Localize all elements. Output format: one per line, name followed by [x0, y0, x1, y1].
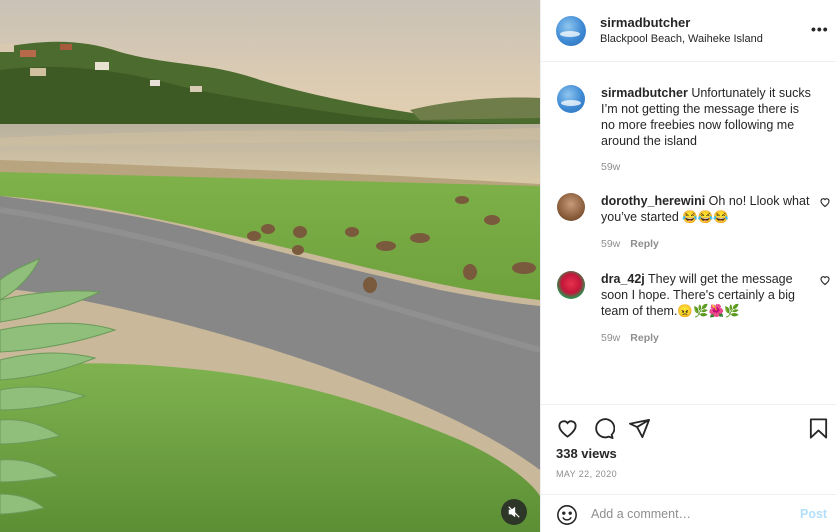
post-location[interactable]: Blackpool Beach, Waiheke Island	[600, 33, 763, 45]
smiley-icon[interactable]	[556, 504, 578, 526]
author-avatar[interactable]	[556, 16, 586, 46]
mute-toggle[interactable]	[501, 499, 527, 525]
author-username[interactable]: sirmadbutcher	[600, 15, 690, 30]
comment-username[interactable]: sirmadbutcher	[601, 86, 688, 100]
comment-bubble-icon[interactable]	[592, 417, 615, 440]
post-actions: 338 views MAY 22, 2020	[541, 404, 836, 488]
comment-username[interactable]: dra_42j	[601, 272, 645, 286]
like-comment-heart-icon[interactable]	[819, 196, 831, 208]
comment-avatar[interactable]	[557, 85, 585, 113]
post-details-panel: sirmadbutcher Blackpool Beach, Waiheke I…	[540, 0, 836, 532]
comment-meta: 59w	[601, 161, 620, 173]
heart-icon[interactable]	[556, 417, 579, 440]
comment-time[interactable]: 59w	[601, 238, 620, 250]
comment-meta: 59w Reply	[601, 238, 659, 250]
post-video[interactable]	[0, 0, 540, 532]
paper-plane-icon[interactable]	[628, 417, 651, 440]
comment-composer: Post	[541, 494, 836, 532]
comment-meta: 59w Reply	[601, 332, 659, 344]
more-options-icon[interactable]: •••	[811, 22, 829, 36]
comment-username[interactable]: dorothy_herewini	[601, 194, 705, 208]
reply-button[interactable]: Reply	[630, 332, 659, 344]
view-count[interactable]: 338 views	[556, 446, 617, 461]
post-header: sirmadbutcher Blackpool Beach, Waiheke I…	[541, 0, 836, 62]
comment-input[interactable]	[591, 504, 791, 524]
post-date[interactable]: MAY 22, 2020	[556, 469, 617, 479]
comment-body: dra_42j They will get the message soon I…	[601, 271, 813, 319]
reply-button[interactable]: Reply	[630, 238, 659, 250]
like-comment-heart-icon[interactable]	[819, 274, 831, 286]
comments-list: sirmadbutcher Unfortunately it sucks I’m…	[541, 63, 836, 404]
comment-body: dorothy_herewini Oh no! Llook what you’v…	[601, 193, 813, 225]
comment-avatar[interactable]	[557, 193, 585, 221]
comment-body: sirmadbutcher Unfortunately it sucks I’m…	[601, 85, 813, 149]
comment-avatar[interactable]	[557, 271, 585, 299]
video-frame	[0, 0, 540, 532]
comment-time[interactable]: 59w	[601, 161, 620, 173]
speaker-muted-icon	[508, 506, 520, 518]
bookmark-icon[interactable]	[807, 417, 830, 440]
post-button[interactable]: Post	[800, 507, 827, 521]
comment-time[interactable]: 59w	[601, 332, 620, 344]
